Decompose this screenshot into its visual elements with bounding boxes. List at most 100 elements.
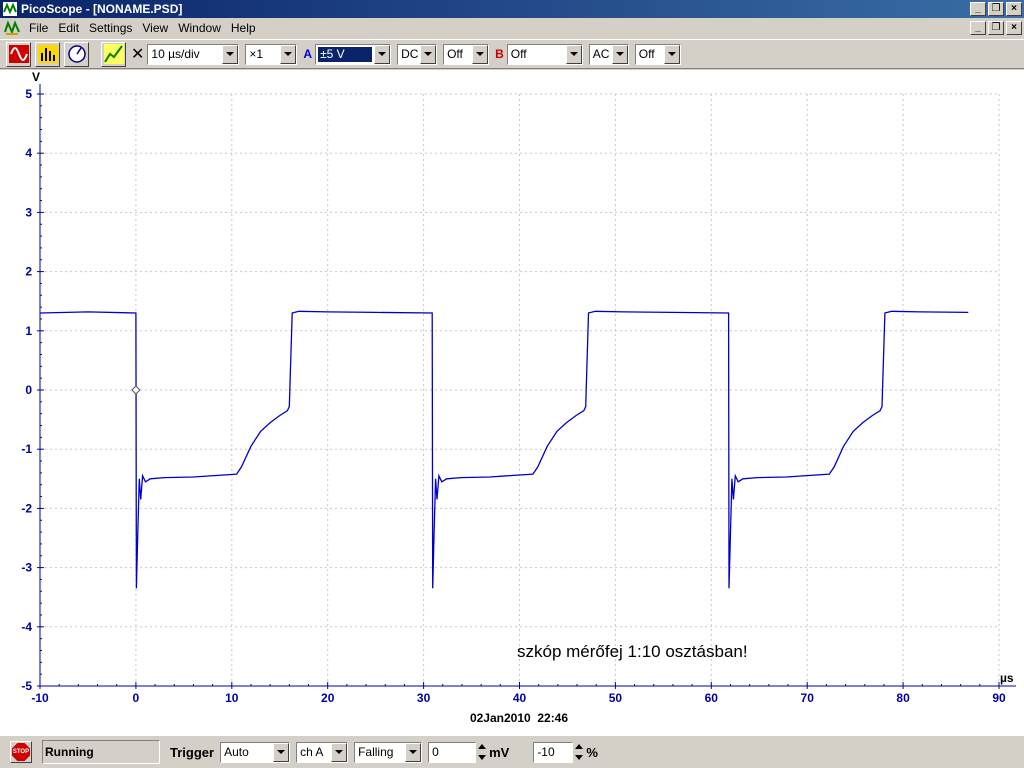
trigger-label: Trigger — [170, 744, 215, 760]
channel-b-coupling-select[interactable]: AC — [588, 43, 629, 65]
channel-b-label: B — [495, 47, 504, 61]
channel-b-range-select[interactable]: Off — [506, 43, 583, 65]
trigger-mode-value: Auto — [224, 744, 249, 759]
trigger-marker[interactable] — [131, 385, 141, 395]
y-tick-label: 1 — [25, 324, 32, 338]
timestamp: 02Jan2010 22:46 — [470, 711, 568, 725]
y-tick-label: 0 — [25, 383, 32, 397]
meter-dial-icon — [67, 45, 86, 63]
x-tick-label: 40 — [513, 691, 527, 705]
spectrum-bars-icon — [37, 45, 58, 63]
menu-window[interactable]: Window — [173, 21, 226, 35]
doc-close-button[interactable]: × — [1006, 21, 1022, 35]
x-tick-label: 80 — [896, 691, 910, 705]
trigger-edge-select[interactable]: Falling — [354, 741, 423, 763]
grid — [39, 93, 1000, 687]
x-unit-label: µs — [1000, 671, 1014, 685]
meter-mode-button[interactable] — [64, 41, 89, 67]
x-tick-label: 50 — [609, 691, 623, 705]
chevron-down-icon[interactable] — [405, 742, 422, 762]
pretrigger-input[interactable]: -10 — [533, 741, 574, 763]
scope-wave-icon — [8, 45, 29, 63]
oscilloscope-chart[interactable]: 543210-1-2-3-4-5-10 0 10 20 30 40 50 60 70 80 90 V… — [0, 70, 1024, 735]
signal-trace — [39, 310, 969, 589]
chevron-down-icon[interactable] — [420, 44, 437, 64]
y-tick-label: -2 — [21, 501, 32, 515]
trace-settings-button[interactable] — [101, 41, 126, 67]
channel-b-range-value: Off — [510, 46, 527, 61]
y-tick-label: 5 — [25, 87, 32, 101]
annotation-text: szkóp mérőfej 1:10 osztásban! — [517, 642, 748, 661]
chevron-down-icon[interactable] — [565, 44, 582, 64]
chevron-down-icon[interactable] — [222, 44, 239, 64]
channel-b-offset-value: Off — [638, 46, 655, 61]
stepper-arrows[interactable] — [476, 742, 487, 763]
trigger-channel-select[interactable]: ch A — [296, 741, 349, 763]
arrow-up-icon[interactable] — [574, 744, 583, 750]
x-tick-label: -10 — [31, 691, 49, 705]
minimize-button[interactable]: _ — [970, 2, 986, 16]
scope-mode-button[interactable] — [6, 41, 31, 67]
arrow-up-icon[interactable] — [477, 744, 486, 750]
trace-zigzag-icon — [103, 44, 124, 64]
x-tick-label: 70 — [801, 691, 815, 705]
close-button[interactable]: × — [1006, 2, 1022, 16]
trigger-mode-select[interactable]: Auto — [220, 741, 291, 763]
document-icon[interactable] — [4, 20, 20, 36]
stepper-arrows[interactable] — [573, 742, 584, 763]
menu-bar: File Edit Settings View Window Help _ ❐ … — [0, 18, 1024, 38]
channel-a-offset-select[interactable]: Off — [443, 43, 490, 65]
chevron-down-icon[interactable] — [273, 742, 290, 762]
y-tick-label: -1 — [21, 442, 32, 456]
menu-view[interactable]: View — [137, 21, 173, 35]
title-bar: PicoScope - [NONAME.PSD] _ ❐ × — [0, 0, 1024, 18]
toolbar: ✕ 10 µs/div ×1 A ±5 V DC Off B Off AC Of… — [0, 39, 1024, 69]
doc-restore-button[interactable]: ❐ — [988, 21, 1004, 35]
timebase-value: 10 µs/div — [151, 46, 200, 61]
timebase-select[interactable]: 10 µs/div — [147, 43, 240, 65]
status-bar: STOP Running Trigger Auto ch A Falling 0… — [0, 735, 1024, 768]
menu-settings[interactable]: Settings — [84, 21, 137, 35]
stop-button[interactable]: STOP — [10, 741, 32, 763]
x-tick-label: 90 — [992, 691, 1006, 705]
restore-button[interactable]: ❐ — [988, 2, 1004, 16]
y-tick-label: -4 — [21, 620, 32, 634]
chevron-down-icon[interactable] — [663, 44, 680, 64]
arrow-down-icon[interactable] — [574, 754, 583, 760]
chevron-down-icon[interactable] — [374, 44, 391, 64]
pretrigger-stepper[interactable]: -10 % — [533, 741, 598, 763]
trigger-edge-value: Falling — [358, 744, 394, 759]
menu-file[interactable]: File — [24, 21, 53, 35]
y-tick-label: 4 — [25, 146, 32, 160]
trace — [39, 310, 969, 589]
doc-minimize-button[interactable]: _ — [970, 21, 986, 35]
channel-a-coupling-select[interactable]: DC — [397, 43, 438, 65]
multiplier-select[interactable]: ×1 — [245, 43, 298, 65]
chevron-down-icon[interactable] — [611, 44, 628, 64]
channel-a-offset-value: Off — [447, 46, 463, 61]
menu-help[interactable]: Help — [226, 21, 261, 35]
run-status: Running — [42, 740, 160, 764]
y-tick-label: 2 — [25, 265, 32, 279]
arrow-down-icon[interactable] — [477, 754, 486, 760]
trigger-level-input[interactable]: 0 — [428, 741, 477, 763]
x-tick-label: 30 — [417, 691, 431, 705]
channel-b-offset-select[interactable]: Off — [634, 43, 681, 65]
trigger-level-stepper[interactable]: 0 mV — [428, 741, 509, 763]
chevron-down-icon[interactable] — [472, 44, 489, 64]
menu-edit[interactable]: Edit — [53, 21, 84, 35]
y-tick-label: -3 — [21, 561, 32, 575]
chevron-down-icon[interactable] — [280, 44, 297, 64]
pretrigger-unit: % — [586, 744, 598, 760]
x-tick-label: 0 — [133, 691, 140, 705]
trigger-channel-value: ch A — [300, 744, 324, 759]
chevron-down-icon[interactable] — [331, 742, 348, 762]
x-tick-label: 10 — [225, 691, 239, 705]
channel-a-coupling-value: DC — [401, 46, 419, 61]
channel-a-range-select[interactable]: ±5 V — [315, 43, 392, 65]
scope-display[interactable]: 5 4 3 2 1 0 -1 -2 -3 -4 -5 -10 0 10 20 30 40 50 60 70 80 90 V… — [0, 70, 1024, 735]
picoscope-icon — [3, 2, 17, 16]
multiplier-value: ×1 — [249, 46, 264, 61]
zoom-x-icon: ✕ — [131, 46, 145, 63]
spectrum-mode-button[interactable] — [35, 41, 60, 67]
